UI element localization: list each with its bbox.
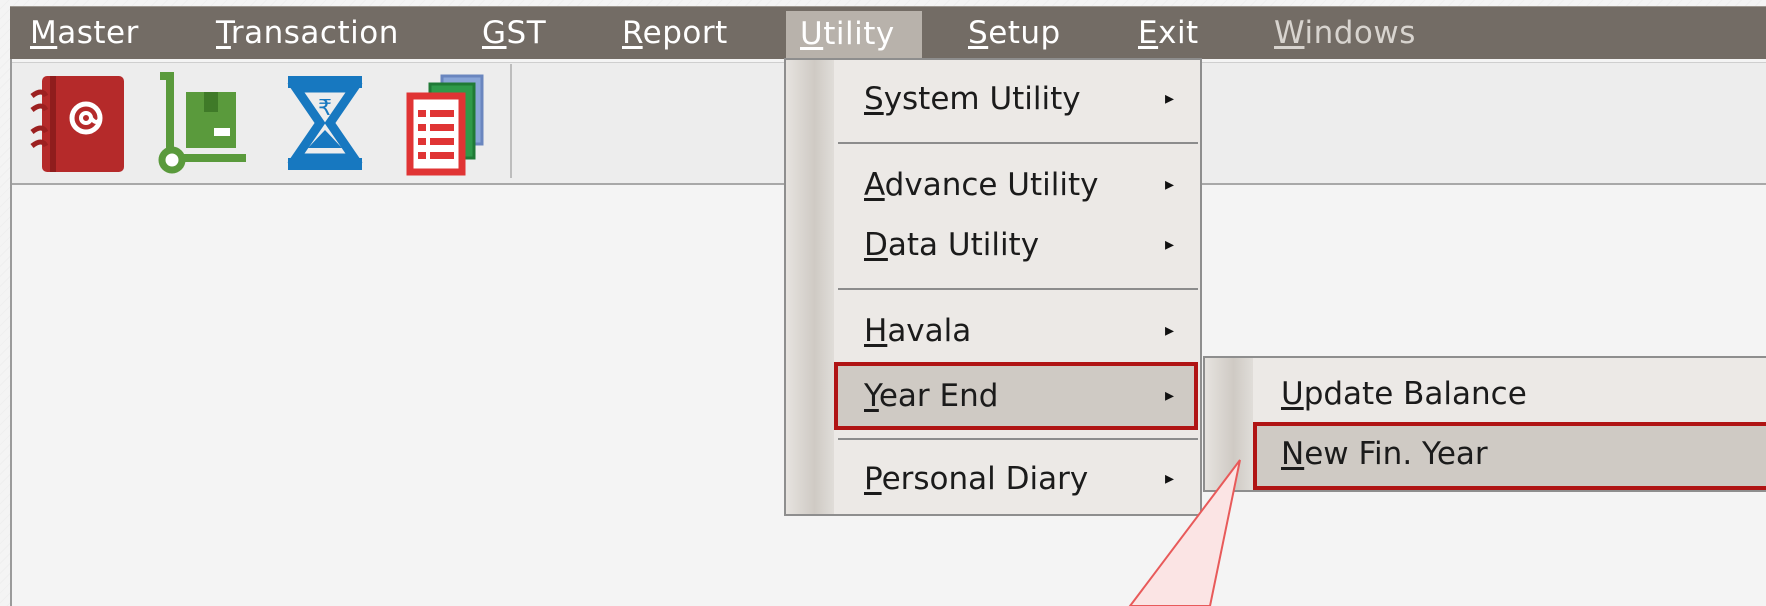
menu-utility[interactable]: Utility [786,11,922,59]
submenu-arrow-icon: ▸ [1164,234,1174,255]
menu-item-advance-utility[interactable]: Advance Utility ▸ [836,156,1196,214]
payment-due-button[interactable]: ₹ [280,70,376,176]
submenu-arrow-icon: ▸ [1164,385,1174,406]
svg-text:₹: ₹ [318,96,332,121]
utility-dropdown-menu: System Utility ▸ Advance Utility ▸ Data … [784,58,1202,516]
menu-bar: Master Transaction GST Report Utility Se… [10,6,1766,59]
menu-item-system-utility[interactable]: System Utility ▸ [836,70,1196,128]
menu-item-year-end[interactable]: Year End ▸ [834,362,1198,430]
menu-windows[interactable]: Windows [1260,7,1430,59]
menu-item-update-balance[interactable]: Update Balance [1255,364,1766,424]
hourglass-rupee-icon: ₹ [287,76,363,170]
menu-gutter [786,60,834,514]
menu-item-havala[interactable]: Havala ▸ [836,302,1196,360]
menu-separator [838,288,1198,290]
address-book-button[interactable] [28,70,124,176]
menu-item-data-utility[interactable]: Data Utility ▸ [836,216,1196,274]
menu-exit[interactable]: Exit [1124,7,1213,59]
year-end-submenu: Update Balance New Fin. Year [1203,356,1766,492]
address-book-icon [30,76,124,172]
menu-transaction[interactable]: Transaction [202,7,413,59]
submenu-arrow-icon: ▸ [1164,88,1174,109]
menu-separator [838,142,1198,144]
menu-separator [838,438,1198,440]
reports-button[interactable] [404,70,500,176]
hand-truck-icon [158,72,246,174]
menu-item-new-fin-year[interactable]: New Fin. Year [1253,422,1766,490]
toolbar-separator [510,64,512,178]
menu-setup[interactable]: Setup [954,7,1075,59]
inventory-button[interactable] [154,70,250,176]
callout-pointer [1128,459,1241,606]
submenu-arrow-icon: ▸ [1164,320,1174,341]
submenu-arrow-icon: ▸ [1164,174,1174,195]
menu-master[interactable]: Master [16,7,153,59]
menu-gst[interactable]: GST [468,7,560,59]
documents-icon [406,74,484,176]
menu-report[interactable]: Report [608,7,742,59]
